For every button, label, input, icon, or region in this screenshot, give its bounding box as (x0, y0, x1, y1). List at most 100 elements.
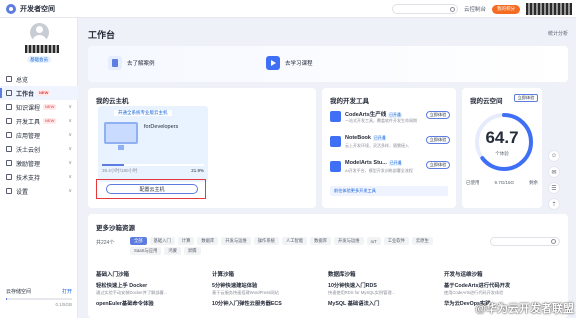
filter-chip[interactable]: 云原生 (411, 237, 433, 245)
storage-used: 0.1/5GB (55, 302, 72, 307)
sidebar-item-label: 沃土云创 (16, 147, 41, 154)
filter-chip[interactable]: 全部 (130, 237, 147, 245)
console-link[interactable]: 云控制台 (464, 5, 486, 13)
sidebar-item-courses[interactable]: 知识课程 NEW ∨ (0, 100, 78, 114)
cloud-storage: 云存储空间 打开 0.1/5GB (6, 288, 72, 307)
filter-chip[interactable]: 数据库 (197, 237, 219, 245)
host-tag[interactable]: 开通全系统专业版云主机 (114, 110, 172, 116)
tool-try-button[interactable]: 立即体验 (426, 111, 450, 119)
sidebar-item-wotu[interactable]: 沃土云创 ∨ (0, 142, 78, 156)
space-try-button[interactable]: 立即体验 (514, 94, 538, 102)
gear-icon (6, 188, 12, 194)
sidebar-item-overview[interactable]: 总览 (0, 72, 78, 86)
sidebar-item-label: 开发工具 (16, 119, 41, 126)
column-heading[interactable]: 数据库沙箱 (328, 270, 444, 278)
column-heading[interactable]: 计算沙箱 (212, 270, 328, 278)
side-menu: 总览 工作台 NEW 知识课程 NEW ∨ 开发工具 NEW ∨ 应用管理 ∨ … (0, 72, 78, 198)
sandbox-item-title[interactable]: 10分钟入门弹性云服务器ECS (212, 299, 328, 307)
tool-item[interactable]: CodeArts生产线 已开通 一站式开发工具，覆盖软件开发生命周期 立即体验 (330, 108, 450, 128)
sandbox-item-title[interactable]: 轻松快速上手 Docker (96, 281, 212, 289)
sidebar-item-support[interactable]: 技术支持 ∨ (0, 170, 78, 184)
filter-chip[interactable]: 数据库 (310, 237, 332, 245)
storage-progress (6, 298, 72, 300)
app-logo[interactable]: 开发者空间 (6, 3, 55, 14)
home-icon (6, 76, 12, 82)
sandbox-title: 更多沙箱资源 (96, 225, 135, 232)
tool-try-button[interactable]: 立即体验 (426, 161, 450, 169)
filter-chip[interactable]: 操作系统 (253, 237, 279, 245)
apps-icon (6, 132, 12, 138)
sandbox-item-desc: 使用CodeArts进行代码开发体验 (444, 290, 504, 295)
top-search-input[interactable] (391, 4, 458, 14)
sidebar-item-label: 知识课程 (16, 105, 41, 112)
doc-icon (108, 56, 122, 70)
sandbox-item-title[interactable]: MySQL 基础语法入门 (328, 299, 444, 307)
sidebar-item-label: 设置 (16, 189, 29, 196)
workbench-icon (6, 90, 12, 96)
avatar[interactable] (30, 23, 49, 42)
column-heading[interactable]: 基础入门沙箱 (96, 270, 212, 278)
cloud-host-card: 我的云主机 开通全系统专业版云主机 forDevelopers 39.4小时/1… (88, 88, 316, 208)
search-icon (449, 6, 455, 12)
sandbox-item-title[interactable]: 基于CodeArts进行代码开发 (444, 281, 560, 289)
menu-icon[interactable]: ☰ (548, 182, 560, 194)
filter-chip[interactable]: 工业软件 (383, 237, 409, 245)
course-link[interactable]: 去学习课程 (266, 56, 313, 70)
tool-try-button[interactable]: 立即体验 (426, 136, 450, 144)
tool-item[interactable]: ModelArts Stu... 已开通 AI开发平台，模型开发训练部署全流程 立… (330, 158, 450, 178)
cloud-logo-icon (6, 3, 16, 14)
codearts-icon (330, 111, 341, 122)
filter-chip[interactable]: 鸿蒙 (164, 247, 181, 255)
tools-icon (6, 118, 12, 124)
chevron-down-icon: ∨ (68, 104, 72, 110)
tool-name: NoteBook (345, 135, 371, 141)
host-usage-bar (102, 164, 204, 166)
sidebar-item-incentives[interactable]: 激励管理 ∨ (0, 156, 78, 170)
smile-icon[interactable]: ☺ (548, 150, 560, 162)
filter-chip[interactable]: SaaS与应用 (130, 247, 162, 255)
tool-status-tag: 已开通 (372, 136, 387, 141)
filter-chip[interactable]: 开发与运维 (221, 237, 251, 245)
sidebar-item-app-management[interactable]: 应用管理 ∨ (0, 128, 78, 142)
mail-icon[interactable]: ✉ (548, 166, 560, 178)
sandbox-search-input[interactable] (490, 237, 560, 246)
sidebar-item-settings[interactable]: 设置 ∨ (0, 184, 78, 198)
filter-chip[interactable]: 昇腾 (184, 247, 201, 255)
tool-item[interactable]: NoteBook 已开通 云上开发环境，灵活多样，随需接入 立即体验 (330, 133, 450, 153)
points-button[interactable]: 我的积分 (492, 4, 520, 14)
user-name-redacted[interactable] (526, 3, 572, 15)
filter-chip[interactable]: 人工智能 (281, 237, 308, 245)
filter-chip[interactable]: 计算 (177, 237, 195, 245)
chevron-down-icon: ∨ (68, 174, 72, 180)
column-heading[interactable]: 开发与运维沙箱 (444, 270, 560, 278)
sidebar-item-label: 总览 (16, 77, 29, 84)
sidebar-item-dev-tools[interactable]: 开发工具 NEW ∨ (0, 114, 78, 128)
modelarts-icon (330, 161, 341, 172)
cloud-space-card: 我的云空间 立即体验 64.7 个体验 已使用 9.7G/15G 剩余 (462, 88, 542, 208)
sidebar-item-label: 工作台 (16, 91, 35, 98)
new-tag: NEW (43, 104, 57, 110)
highlight-box (96, 179, 206, 199)
sandbox-item-title[interactable]: 10分钟快速入门RDS (328, 281, 444, 289)
sandbox-item-title[interactable]: openEuler基础命令体验 (96, 299, 212, 307)
filter-chip[interactable]: 开发与运维 (334, 237, 364, 245)
sidebar: 基础会员 总览 工作台 NEW 知识课程 NEW ∨ 开发工具 NEW ∨ 应用… (0, 18, 78, 318)
sidebar-item-label: 技术支持 (16, 175, 41, 182)
space-stats: 已使用 9.7G/15G 剩余 (466, 180, 538, 186)
tool-name: ModelArts Stu... (345, 160, 387, 166)
back-to-top-icon[interactable]: ⇡ (548, 198, 560, 210)
host-name: forDevelopers (144, 124, 179, 130)
sandbox-item-title[interactable]: 5分钟快速建站体验 (212, 281, 328, 289)
filter-chip[interactable]: IoT (366, 237, 381, 245)
storage-open-link[interactable]: 打开 (62, 288, 72, 295)
sandbox-column: 数据库沙箱 10分钟快速入门RDS 快速使用RDS for MySQL实例管理.… (328, 270, 444, 307)
more-tools-banner[interactable]: 前往体验更多开发工具 (330, 186, 448, 196)
filter-chip[interactable]: 基础入门 (149, 237, 175, 245)
sidebar-item-workbench[interactable]: 工作台 NEW (0, 86, 78, 100)
chevron-down-icon: ∨ (68, 132, 72, 138)
stats-link[interactable]: 统计分析 (548, 30, 568, 37)
page-title: 工作台 (88, 30, 116, 40)
case-link[interactable]: 去了解案例 (108, 56, 155, 70)
chevron-down-icon: ∨ (68, 160, 72, 166)
course-link-label: 去学习课程 (285, 61, 313, 67)
